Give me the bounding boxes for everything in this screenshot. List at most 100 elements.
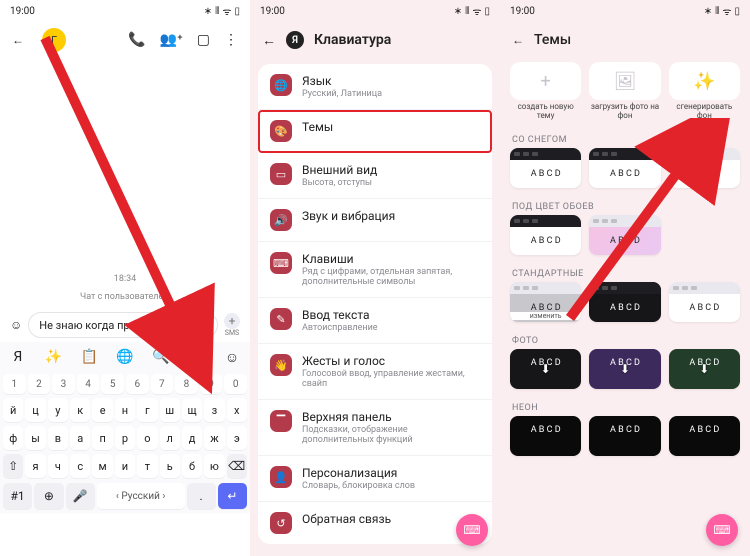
key[interactable]: в [48,426,68,450]
emoji-icon[interactable]: ☺ [10,318,22,332]
fab-keyboard[interactable]: ⌨ [456,514,488,546]
key[interactable]: а [70,426,90,450]
theme-card-current[interactable]: A B C Dизменить [510,282,581,322]
key[interactable]: 7 [151,374,174,394]
theme-action[interactable]: +создать новую тему [510,62,581,121]
key[interactable]: ь [160,454,180,478]
key[interactable]: ш [160,398,180,422]
key-mic[interactable]: 🎤 [66,483,95,509]
key[interactable]: у [48,398,68,422]
kb-translate-icon[interactable]: 🌐 [115,347,135,367]
download-icon: ⬇ [699,362,709,376]
theme-card[interactable]: A B C D [669,282,740,322]
message-input[interactable]: Не знаю когда приеду жди ти [28,312,218,338]
key[interactable]: 6 [126,374,149,394]
key-globe[interactable]: ⊕ [34,483,63,509]
key[interactable]: с [70,454,90,478]
back-icon[interactable]: ← [262,32,276,49]
settings-item[interactable]: ✎Ввод текстаАвтоисправление [258,298,492,344]
theme-card[interactable]: A B C D [510,148,581,188]
video-icon[interactable]: ▢ [197,32,210,48]
key[interactable]: ю [204,454,224,478]
key[interactable]: б [182,454,202,478]
key[interactable]: 2 [28,374,51,394]
avatar[interactable]: Г [42,28,66,52]
key[interactable]: г [137,398,157,422]
key[interactable]: 8 [175,374,198,394]
key[interactable]: х [227,398,247,422]
theme-card[interactable]: A B C D [589,416,660,456]
key[interactable]: л [160,426,180,450]
key[interactable]: 9 [200,374,223,394]
more-icon[interactable]: ⋮ [224,32,238,48]
add-person-icon[interactable]: 👥⁺ [160,32,183,48]
battery-icon: ▯ [484,6,490,17]
settings-item[interactable]: 🌐ЯзыкРусский, Латиница [258,64,492,110]
kb-magic-icon[interactable]: ✨ [44,347,64,367]
theme-action[interactable]: ✨сгенерировать фон [669,62,740,121]
key[interactable]: э [227,426,247,450]
settings-item-title: Жесты и голос [302,354,480,368]
theme-card[interactable]: A B C D⬇ [589,349,660,389]
kb-emoji-icon[interactable]: ☺ [222,347,242,367]
key[interactable]: ы [25,426,45,450]
settings-item[interactable]: 👤ПерсонализацияСловарь, блокировка слов [258,456,492,502]
key[interactable]: п [92,426,112,450]
key[interactable]: м [92,454,112,478]
back-icon[interactable]: ← [512,33,524,47]
key[interactable]: й [3,398,23,422]
settings-item[interactable]: 🎨Темы [258,110,492,153]
key[interactable]: ц [25,398,45,422]
kb-search-icon[interactable]: 🔍 [151,347,171,367]
key[interactable]: н [115,398,135,422]
key-dot[interactable]: . [187,483,216,509]
key[interactable]: з [204,398,224,422]
screenshot-settings: 19:00 ∗ ⫴ ᯤ ▯ ← Я Клавиатура 🌐ЯзыкРусски… [250,0,500,556]
key[interactable]: 1 [3,374,26,394]
key[interactable]: 4 [77,374,100,394]
theme-card[interactable]: A B C D [510,416,581,456]
key[interactable]: 5 [101,374,124,394]
key-numswitch[interactable]: #1 [3,483,32,509]
settings-title: Клавиатура [314,32,391,48]
key[interactable]: р [115,426,135,450]
kb-clipboard-icon[interactable]: 📋 [79,347,99,367]
key[interactable]: 0 [224,374,247,394]
key[interactable]: к [70,398,90,422]
key[interactable]: ж [204,426,224,450]
settings-item[interactable]: 👋Жесты и голосГолосовой ввод, управление… [258,344,492,400]
key[interactable]: и [115,454,135,478]
sms-attach[interactable]: + SMS [224,313,240,337]
key[interactable]: д [182,426,202,450]
fab-keyboard[interactable]: ⌨ [706,514,738,546]
key[interactable]: ⇧ [3,454,23,478]
settings-item[interactable]: ⌨КлавишиРяд с цифрами, отдельная запятая… [258,242,492,298]
settings-item[interactable]: ▔Верхняя панельПодсказки, отображение до… [258,400,492,456]
key-space[interactable]: ‹ Русский › [97,483,185,509]
back-icon[interactable]: ← [12,33,24,47]
theme-card[interactable]: A B C D⬇ [510,349,581,389]
settings-item[interactable]: ▭Внешний видВысота, отступы [258,153,492,199]
key[interactable]: ⌫ [227,454,247,478]
theme-card[interactable]: A B C D [589,215,660,255]
key[interactable]: 3 [52,374,75,394]
key[interactable]: е [92,398,112,422]
settings-item[interactable]: 🔊Звук и вибрация [258,199,492,242]
theme-card[interactable]: A B C D [669,148,740,188]
theme-card[interactable]: A B C D [589,148,660,188]
key[interactable]: ч [48,454,68,478]
key[interactable]: т [137,454,157,478]
key[interactable]: ф [3,426,23,450]
call-icon[interactable]: 📞 [128,32,145,48]
key[interactable]: о [137,426,157,450]
key[interactable]: я [25,454,45,478]
theme-card[interactable]: A B C D [589,282,660,322]
key-enter[interactable]: ↵ [218,483,247,509]
kb-ya-icon[interactable]: Я [8,347,28,367]
kb-settings-icon[interactable]: ⚙ [186,347,206,367]
theme-card[interactable]: A B C D⬇ [669,349,740,389]
theme-action[interactable]: 🖼загрузить фото на фон [589,62,660,121]
theme-card[interactable]: A B C D [510,215,581,255]
key[interactable]: щ [182,398,202,422]
theme-card[interactable]: A B C D [669,416,740,456]
